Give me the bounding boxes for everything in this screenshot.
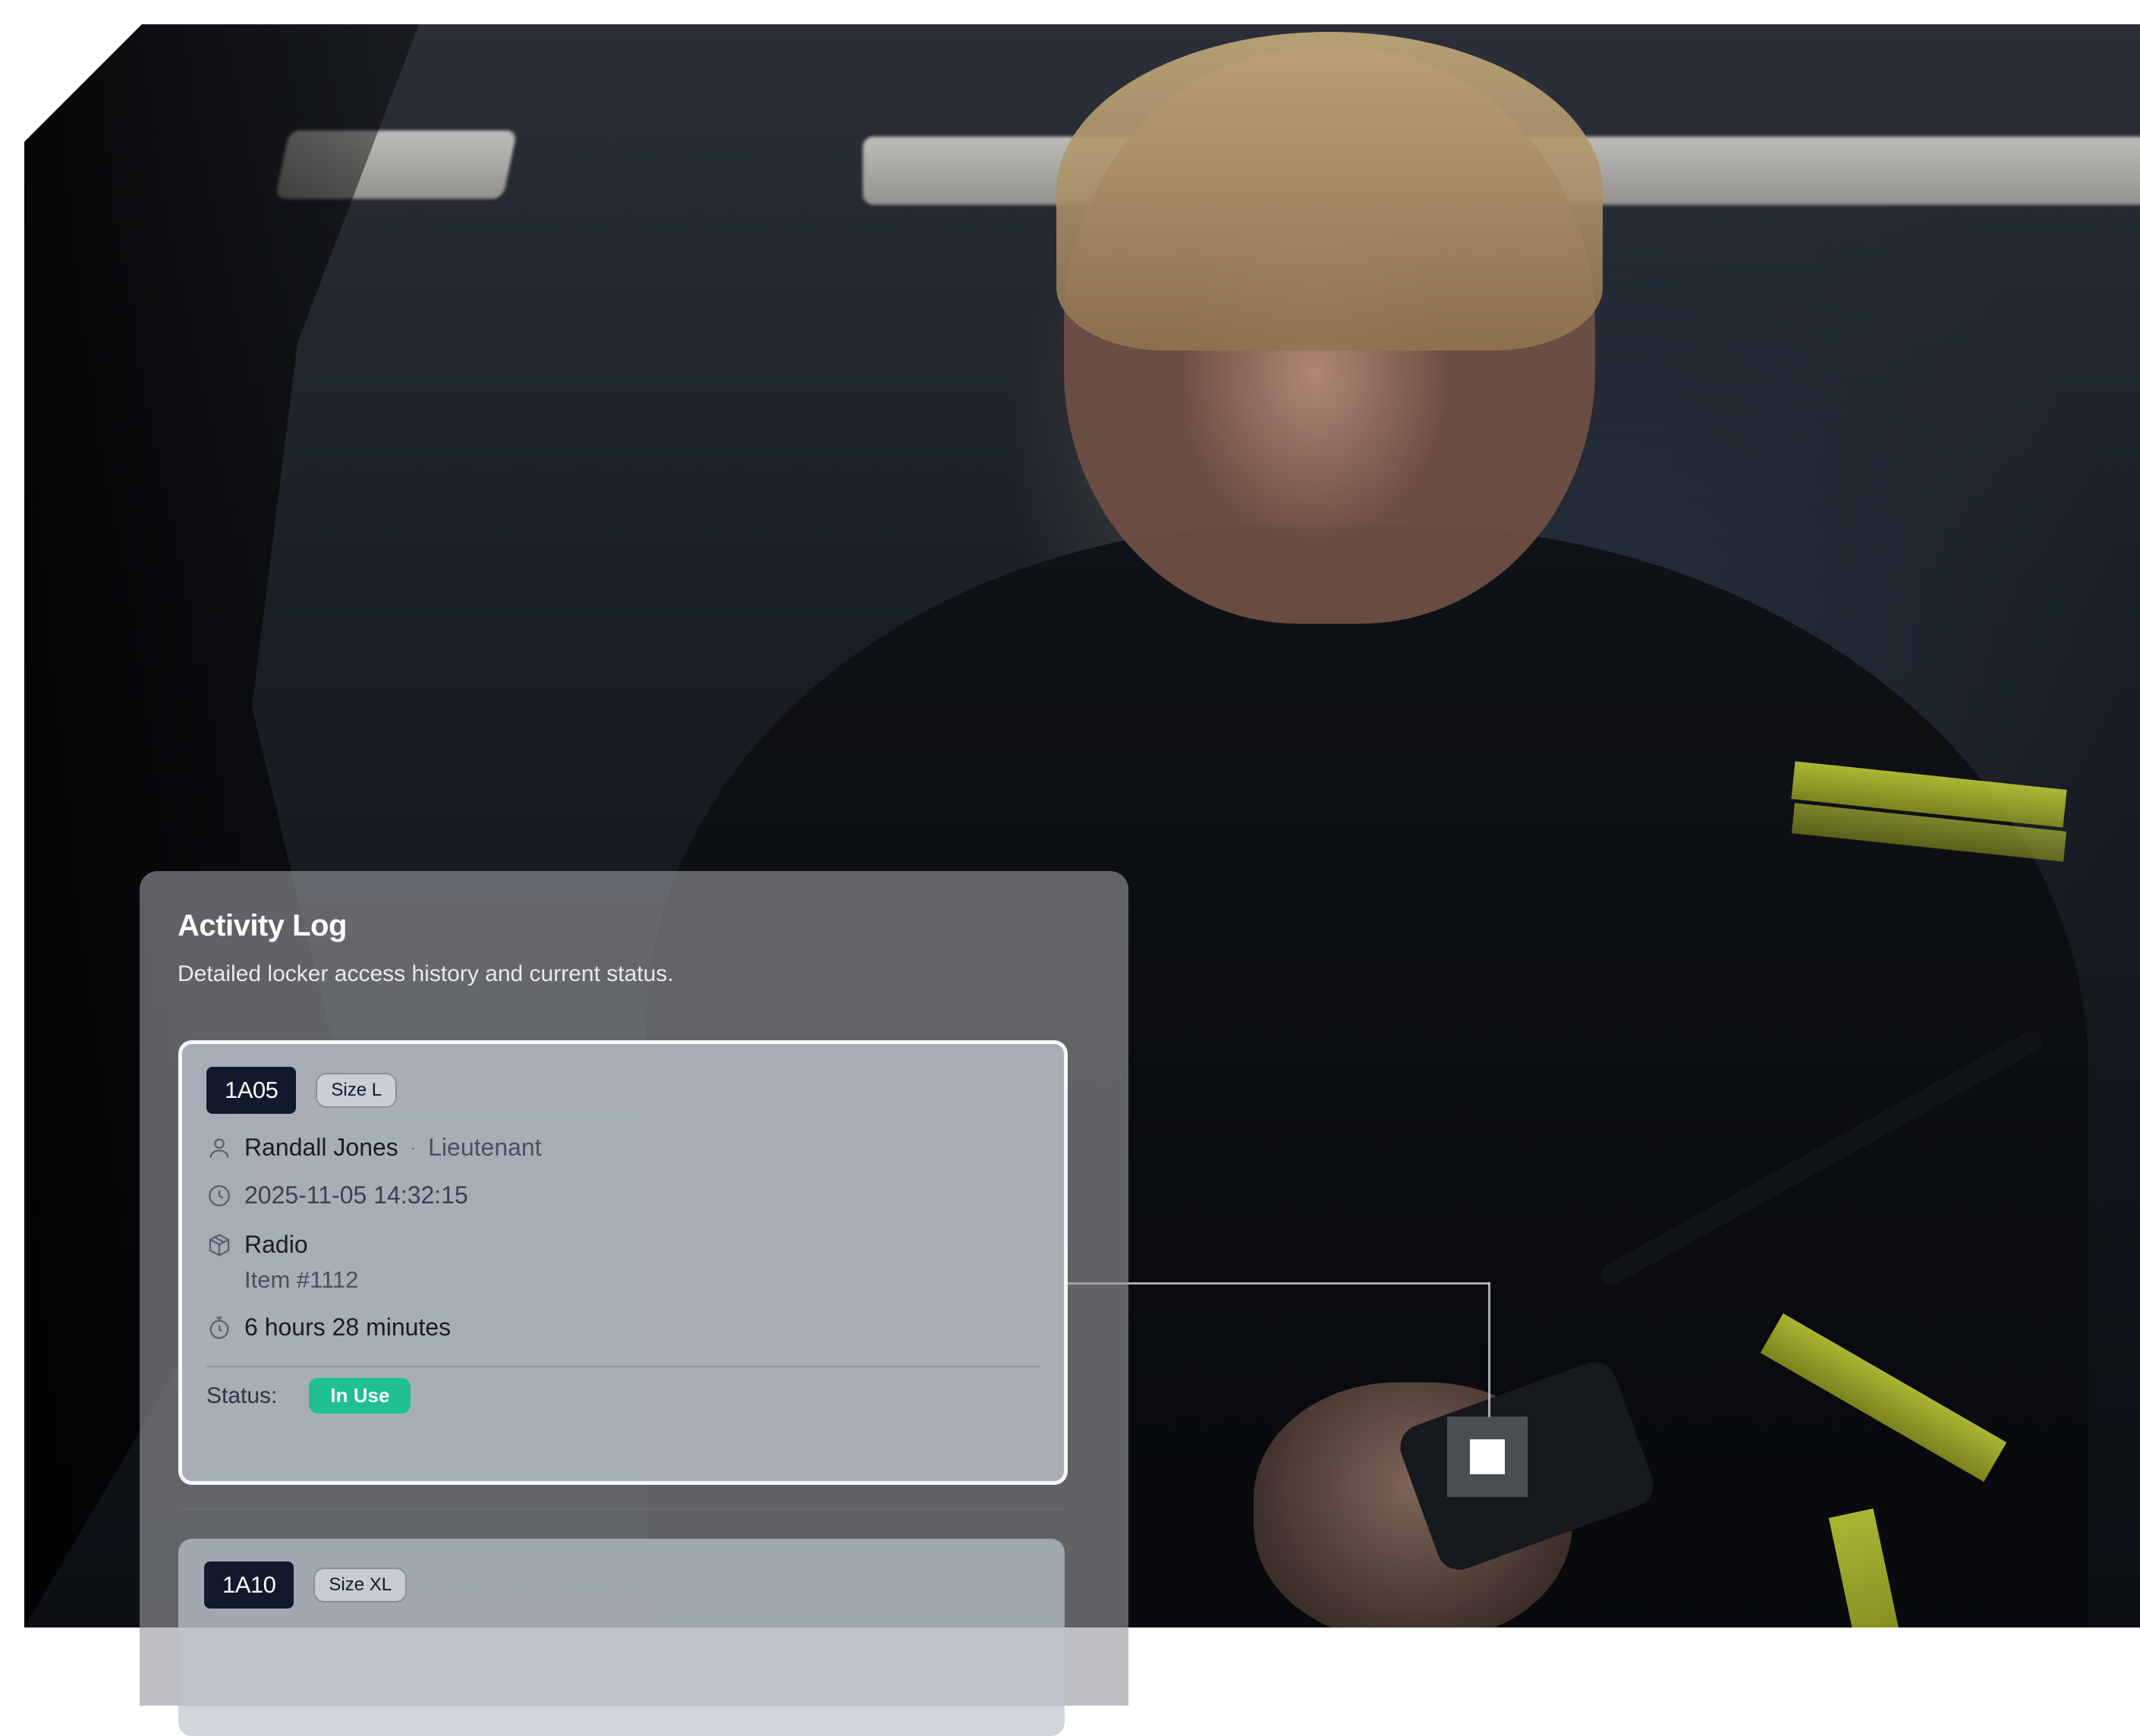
radio-hotspot-marker[interactable] xyxy=(1447,1417,1528,1497)
user-name: Randall Jones xyxy=(244,1134,398,1161)
item-row: Radio xyxy=(206,1231,1040,1259)
status-label: Status: xyxy=(206,1382,278,1408)
locker-tag-row: 1A05 Size L xyxy=(206,1067,1040,1114)
activity-log-panel: Activity Log Detailed locker access hist… xyxy=(140,871,1128,1736)
size-badge: Size XL xyxy=(313,1568,408,1602)
item-name: Radio xyxy=(244,1231,308,1258)
callout-connector-line xyxy=(1488,1282,1490,1417)
callout-connector-line xyxy=(1066,1282,1490,1285)
cube-icon xyxy=(209,1233,230,1256)
hotspot-square xyxy=(1470,1439,1505,1474)
record-divider xyxy=(178,1508,1068,1510)
stopwatch-icon xyxy=(209,1316,229,1339)
size-badge: Size L xyxy=(316,1073,398,1108)
user-icon xyxy=(209,1138,229,1158)
item-block: Radio Item #1112 xyxy=(206,1231,1040,1294)
separator-dot: · xyxy=(410,1137,417,1157)
status-row: Status: In Use xyxy=(206,1378,1040,1414)
item-number: Item #1112 xyxy=(244,1266,359,1293)
locker-record-card[interactable]: 1A05 Size L Randall Jones · Lieutenant 2… xyxy=(178,1040,1068,1485)
panel-subtitle: Detailed locker access history and curre… xyxy=(178,961,674,986)
firefighter-hair xyxy=(1056,32,1603,351)
user-role: Lieutenant xyxy=(428,1134,542,1161)
status-badge: In Use xyxy=(309,1378,411,1414)
access-timestamp: 2025-11-05 14:32:15 xyxy=(244,1181,468,1209)
clock-icon xyxy=(209,1184,230,1206)
locker-id-badge: 1A05 xyxy=(206,1067,297,1114)
locker-record-card[interactable]: 1A10 Size XL xyxy=(178,1539,1065,1736)
panel-title: Activity Log xyxy=(178,909,347,942)
timestamp-row: 2025-11-05 14:32:15 xyxy=(206,1181,1040,1209)
card-divider xyxy=(206,1366,1040,1367)
duration-row: 6 hours 28 minutes xyxy=(206,1313,1040,1341)
usage-duration: 6 hours 28 minutes xyxy=(244,1313,452,1341)
locker-tag-row: 1A10 Size XL xyxy=(204,1561,1039,1609)
locker-id-badge: 1A10 xyxy=(204,1561,294,1609)
user-row: Randall Jones · Lieutenant xyxy=(206,1134,1040,1162)
